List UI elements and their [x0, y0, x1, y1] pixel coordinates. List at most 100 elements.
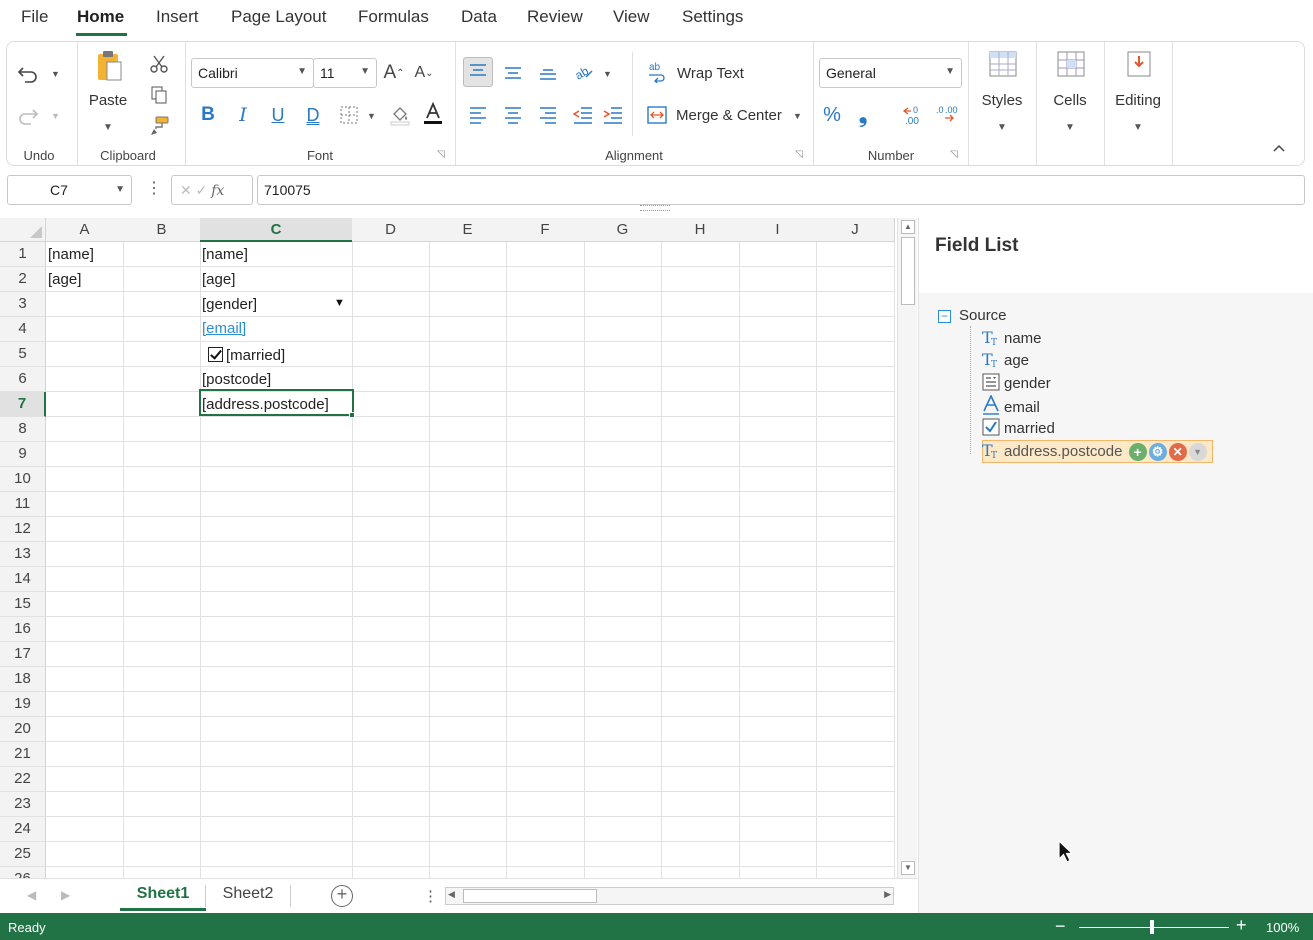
- tree-root-source[interactable]: Source: [959, 307, 1007, 324]
- borders-dropdown-icon[interactable]: ▼: [367, 111, 376, 121]
- menu-data[interactable]: Data: [461, 7, 497, 27]
- scroll-left-icon[interactable]: ◀: [448, 889, 455, 900]
- checkbox-icon[interactable]: [208, 347, 223, 362]
- paste-button[interactable]: Paste ▼: [77, 50, 139, 140]
- align-right-icon[interactable]: [533, 100, 563, 130]
- field-item-email[interactable]: email: [982, 394, 1040, 417]
- cell-c4[interactable]: [email]: [200, 316, 246, 341]
- horizontal-scroll-thumb[interactable]: [463, 889, 597, 903]
- align-bottom-icon[interactable]: [533, 57, 563, 87]
- percent-icon[interactable]: %: [819, 102, 845, 128]
- font-color-icon[interactable]: [420, 100, 446, 128]
- cell-c1[interactable]: [name]: [200, 242, 248, 267]
- vertical-scrollbar[interactable]: ▲ ▼: [897, 218, 917, 878]
- row-header-10[interactable]: 10: [0, 467, 46, 492]
- underline-icon[interactable]: U: [267, 102, 289, 128]
- zoom-out-icon[interactable]: −: [1055, 916, 1066, 937]
- row-header-24[interactable]: 24: [0, 817, 46, 842]
- row-header-16[interactable]: 16: [0, 617, 46, 642]
- field-item-gender[interactable]: gender: [982, 373, 1051, 395]
- orientation-dropdown-icon[interactable]: ▼: [603, 69, 612, 79]
- decrease-indent-icon[interactable]: [568, 100, 598, 130]
- alignment-dialog-launcher-icon[interactable]: ◹: [795, 149, 803, 160]
- row-header-9[interactable]: 9: [0, 442, 46, 467]
- row-header-4[interactable]: 4: [0, 317, 46, 342]
- prev-sheet-icon[interactable]: ◀: [27, 888, 36, 902]
- undo-icon[interactable]: [15, 62, 41, 86]
- merge-center-icon[interactable]: [645, 103, 669, 127]
- menu-home[interactable]: Home: [77, 7, 124, 27]
- column-header-h[interactable]: H: [661, 218, 740, 242]
- zoom-in-icon[interactable]: +: [1236, 915, 1247, 936]
- row-header-21[interactable]: 21: [0, 742, 46, 767]
- menu-insert[interactable]: Insert: [156, 7, 199, 27]
- column-header-c[interactable]: C: [200, 218, 353, 242]
- column-header-d[interactable]: D: [352, 218, 430, 242]
- menu-view[interactable]: View: [613, 7, 650, 27]
- row-header-20[interactable]: 20: [0, 717, 46, 742]
- redo-icon[interactable]: [15, 104, 41, 128]
- cancel-icon[interactable]: ✕: [180, 182, 192, 198]
- row-header-15[interactable]: 15: [0, 592, 46, 617]
- row-header-13[interactable]: 13: [0, 542, 46, 567]
- align-top-icon[interactable]: [463, 57, 493, 87]
- row-header-17[interactable]: 17: [0, 642, 46, 667]
- merge-center-label[interactable]: Merge & Center: [676, 107, 782, 124]
- cells-button[interactable]: Cells ▼: [1039, 50, 1101, 140]
- comma-style-icon[interactable]: ❟: [852, 102, 874, 128]
- zoom-slider-thumb[interactable]: [1150, 920, 1154, 934]
- row-header-8[interactable]: 8: [0, 417, 46, 442]
- row-header-5[interactable]: 5: [0, 342, 46, 367]
- field-item-address-postcode[interactable]: T Taddress.postcode + ⚙ ✕ ▼: [982, 441, 1207, 463]
- row-header-25[interactable]: 25: [0, 842, 46, 867]
- field-item-age[interactable]: T Tage: [982, 350, 1029, 372]
- gear-icon[interactable]: ⚙: [1148, 443, 1167, 462]
- field-item-married[interactable]: married: [982, 418, 1055, 440]
- row-header-22[interactable]: 22: [0, 767, 46, 792]
- column-header-e[interactable]: E: [429, 218, 507, 242]
- format-painter-icon[interactable]: [147, 114, 171, 138]
- font-size-dropdown[interactable]: 11 ▼: [313, 58, 377, 88]
- row-header-23[interactable]: 23: [0, 792, 46, 817]
- confirm-icon[interactable]: ✓: [196, 182, 208, 198]
- cut-icon[interactable]: [147, 52, 171, 76]
- cell-dropdown-icon[interactable]: ▼: [334, 297, 345, 309]
- column-header-f[interactable]: F: [506, 218, 585, 242]
- kebab-menu-icon[interactable]: ⋮: [146, 181, 162, 197]
- increase-indent-icon[interactable]: [598, 100, 628, 130]
- kebab-menu-icon[interactable]: ⋮: [423, 887, 438, 905]
- styles-button[interactable]: Styles ▼: [971, 50, 1033, 140]
- formula-input[interactable]: 710075: [257, 175, 1305, 205]
- collapse-icon[interactable]: −: [938, 310, 951, 323]
- fill-handle[interactable]: [349, 412, 355, 418]
- name-box[interactable]: C7 ▼: [7, 175, 132, 205]
- cell-c5[interactable]: [married]: [206, 343, 285, 368]
- decrease-decimal-icon[interactable]: .0.00: [932, 102, 960, 128]
- cell-c3[interactable]: [gender]: [200, 292, 257, 317]
- menu-review[interactable]: Review: [527, 7, 583, 27]
- increase-decimal-icon[interactable]: .00 0: [900, 102, 928, 128]
- double-underline-icon[interactable]: D: [302, 102, 324, 128]
- select-all-corner[interactable]: [0, 218, 46, 242]
- increase-font-icon[interactable]: A ⌃: [382, 60, 406, 86]
- row-header-2[interactable]: 2: [0, 267, 46, 292]
- row-header-7[interactable]: 7: [0, 392, 46, 417]
- column-header-a[interactable]: A: [46, 218, 124, 242]
- add-field-icon[interactable]: +: [1128, 443, 1147, 462]
- number-format-dropdown[interactable]: General ▼: [819, 58, 962, 88]
- zoom-slider[interactable]: [1079, 927, 1229, 928]
- zoom-level[interactable]: 100%: [1266, 920, 1299, 935]
- row-header-12[interactable]: 12: [0, 517, 46, 542]
- copy-icon[interactable]: [147, 83, 171, 107]
- cell-c2[interactable]: [age]: [200, 267, 235, 292]
- scroll-up-icon[interactable]: ▲: [901, 220, 915, 234]
- row-header-1[interactable]: 1: [0, 242, 46, 267]
- column-header-j[interactable]: J: [816, 218, 895, 242]
- bold-icon[interactable]: B: [197, 102, 219, 128]
- sheet-tab-sheet1[interactable]: Sheet1: [120, 879, 206, 911]
- scroll-down-icon[interactable]: ▼: [901, 861, 915, 875]
- add-sheet-icon[interactable]: +: [331, 885, 353, 907]
- menu-page-layout[interactable]: Page Layout: [231, 7, 326, 27]
- number-dialog-launcher-icon[interactable]: ◹: [950, 149, 958, 160]
- orientation-icon[interactable]: ab: [569, 57, 599, 87]
